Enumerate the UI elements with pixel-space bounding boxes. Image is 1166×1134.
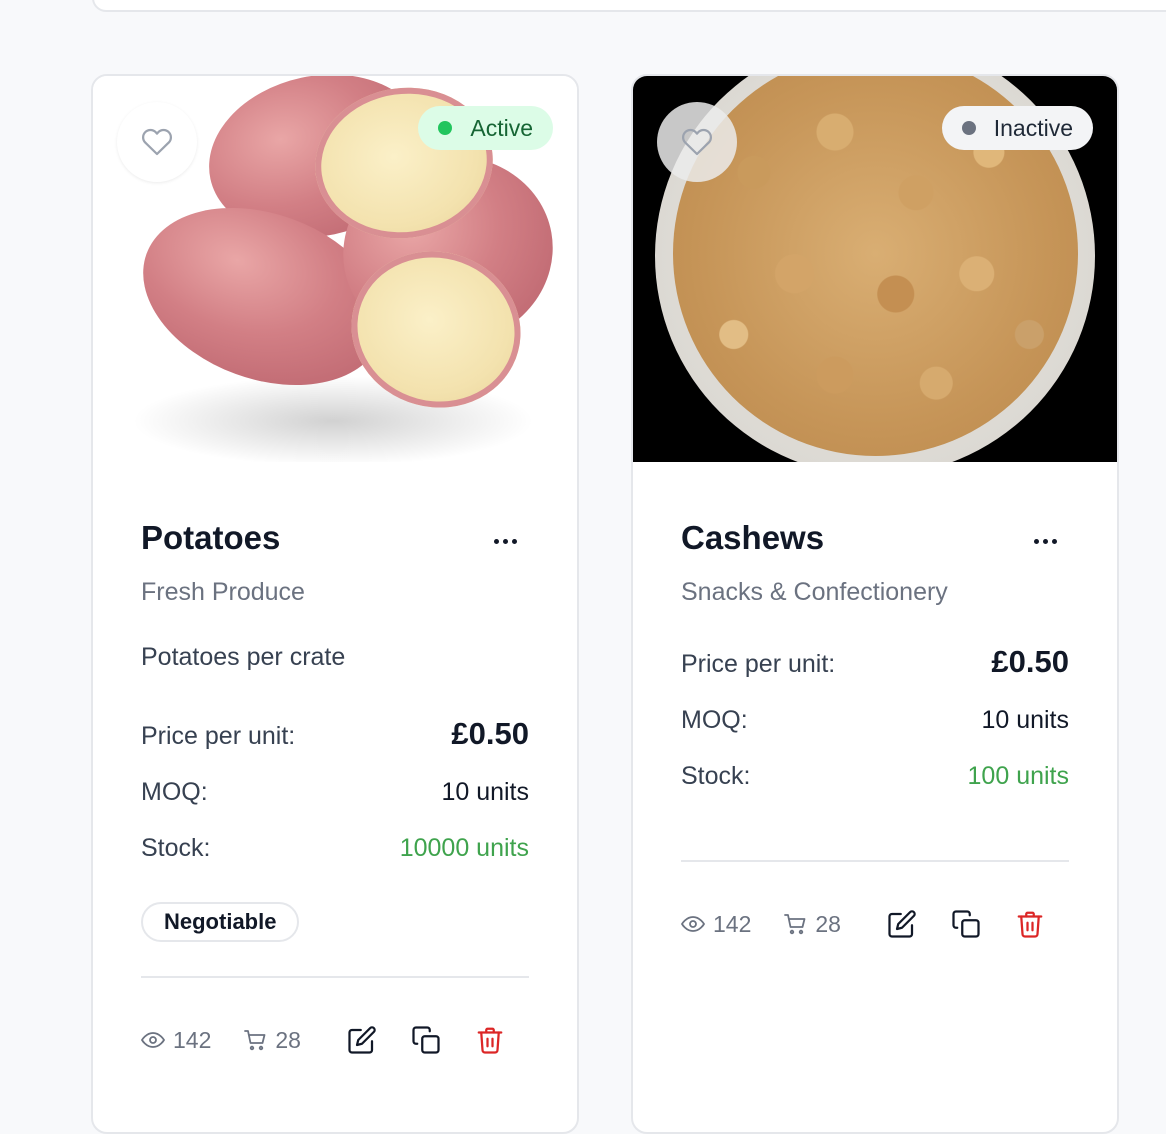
price-row: Price per unit: £0.50 — [141, 716, 529, 752]
trash-icon — [1017, 911, 1043, 938]
carts-metric: 28 — [243, 1027, 301, 1054]
cart-icon — [784, 914, 806, 935]
stock-label: Stock: — [141, 834, 211, 862]
duplicate-button[interactable] — [409, 1023, 443, 1057]
product-description: Potatoes per crate — [141, 643, 346, 671]
heart-icon — [142, 128, 173, 156]
eye-icon — [141, 1032, 165, 1048]
stock-value: 10000 units — [399, 834, 529, 862]
product-image-cashews: Inactive — [633, 76, 1117, 462]
views-count: 142 — [713, 910, 752, 937]
favorite-button[interactable] — [657, 102, 737, 182]
product-card-cashews[interactable]: Inactive Cashews Snacks & Confectionery … — [631, 74, 1119, 1134]
delete-button[interactable] — [473, 1023, 507, 1057]
status-dot — [438, 121, 453, 135]
product-category: Snacks & Confectionery — [681, 578, 948, 606]
more-horizontal-icon — [1033, 538, 1039, 544]
stock-row: Stock: 100 units — [681, 762, 1069, 791]
status-badge: Inactive — [941, 106, 1093, 150]
top-search-bar-edge — [92, 0, 1166, 12]
heart-icon — [682, 128, 713, 156]
product-image-potatoes: Active — [93, 76, 577, 462]
views-metric: 142 — [141, 1027, 211, 1054]
card-footer: 142 28 — [681, 904, 1069, 944]
moq-label: MOQ: — [141, 778, 208, 806]
edit-button[interactable] — [885, 907, 919, 941]
moq-row: MOQ: 10 units — [681, 706, 1069, 735]
more-options-button[interactable] — [485, 526, 525, 556]
trash-icon — [477, 1027, 503, 1054]
price-value: £0.50 — [451, 716, 529, 751]
card-divider — [681, 860, 1069, 862]
product-card-potatoes[interactable]: Active Potatoes Fresh Produce Potatoes p… — [91, 74, 579, 1134]
negotiable-tag: Negotiable — [141, 902, 300, 942]
delete-button[interactable] — [1013, 907, 1047, 941]
edit-icon — [888, 910, 916, 938]
card-actions — [345, 1023, 507, 1057]
carts-metric: 28 — [783, 911, 841, 938]
moq-value: 10 units — [441, 778, 529, 806]
price-value: £0.50 — [991, 644, 1069, 679]
copy-icon — [952, 910, 980, 938]
card-actions — [885, 907, 1047, 941]
product-title: Potatoes — [141, 519, 281, 556]
product-category: Fresh Produce — [141, 578, 305, 606]
favorite-button[interactable] — [117, 102, 197, 182]
moq-value: 10 units — [981, 706, 1069, 734]
copy-icon — [412, 1026, 440, 1054]
moq-label: MOQ: — [681, 706, 748, 734]
more-horizontal-icon — [493, 538, 499, 544]
views-count: 142 — [173, 1026, 212, 1053]
price-label: Price per unit: — [141, 722, 296, 750]
price-row: Price per unit: £0.50 — [681, 644, 1069, 680]
views-metric: 142 — [681, 911, 751, 938]
cart-icon — [244, 1030, 266, 1051]
stock-row: Stock: 10000 units — [141, 834, 529, 863]
more-options-button[interactable] — [1025, 526, 1065, 556]
carts-count: 28 — [275, 1026, 301, 1053]
carts-count: 28 — [815, 910, 841, 937]
status-text: Inactive — [993, 114, 1073, 141]
status-text: Active — [470, 114, 533, 141]
status-dot — [961, 121, 976, 135]
duplicate-button[interactable] — [949, 907, 983, 941]
stock-value: 100 units — [967, 762, 1069, 790]
product-title: Cashews — [681, 519, 825, 556]
card-footer: 142 28 — [141, 1020, 529, 1060]
card-divider — [141, 976, 529, 978]
edit-icon — [348, 1026, 376, 1054]
moq-row: MOQ: 10 units — [141, 778, 529, 807]
price-label: Price per unit: — [681, 650, 836, 678]
stock-label: Stock: — [681, 762, 751, 790]
eye-icon — [681, 916, 705, 932]
status-badge: Active — [418, 106, 553, 150]
edit-button[interactable] — [345, 1023, 379, 1057]
